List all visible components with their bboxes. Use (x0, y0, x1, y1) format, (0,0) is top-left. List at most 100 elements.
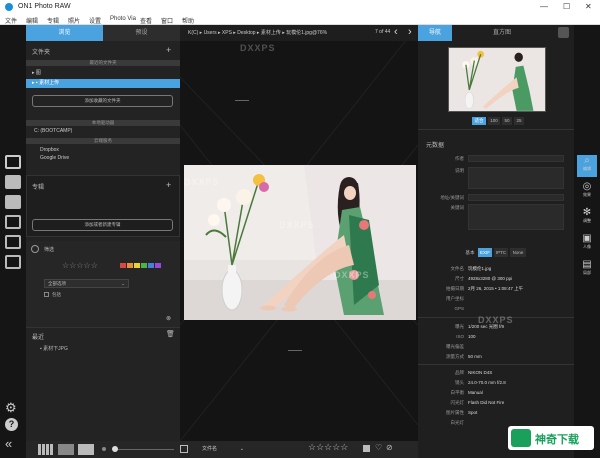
menu-window[interactable]: 窗口 (161, 16, 173, 25)
portrait-module-icon[interactable]: ▣ 人像 (577, 233, 597, 255)
folder-row[interactable]: ▸ 图 (26, 69, 180, 78)
menu-help[interactable]: 帮助 (182, 16, 194, 25)
color-label-swatch[interactable] (363, 445, 370, 452)
collapse-icon[interactable]: « (5, 436, 12, 451)
app-title: ON1 Photo RAW (18, 3, 71, 10)
author-field[interactable] (468, 155, 564, 162)
prev-photo-icon[interactable]: ‹ (394, 26, 398, 38)
filter-title: 筛选 (44, 247, 55, 253)
new-album-button[interactable]: 添加或者新建专辑 (32, 219, 173, 231)
menu-photo-via[interactable]: Photo Via (110, 16, 136, 22)
tab-iptc[interactable]: IPTC (494, 248, 508, 257)
gear-icon[interactable]: ⚙ (5, 400, 17, 416)
photo-watermark: DXXPS (334, 270, 370, 280)
effects-module-icon[interactable]: ◎ 效果 (577, 181, 597, 203)
folder-row-selected[interactable]: ▸ ▪ 素材上传 (26, 79, 180, 88)
tab-basic[interactable]: 基本 (462, 248, 478, 257)
detail-view-icon[interactable] (78, 444, 94, 455)
filmstrip-view-icon[interactable] (58, 444, 74, 455)
filter-select[interactable]: 全部选项 ⌄ (44, 279, 129, 288)
menu-bar: 文件 编辑 专辑 照片 设置 Photo Via 查看 窗口 帮助 (0, 14, 600, 25)
breadcrumb[interactable]: K(C) ▸ Users ▸ XPS ▸ Desktop ▸ 素材上传 ▸ 玩模… (188, 29, 358, 36)
clear-filter-icon[interactable]: ⊗ (166, 315, 171, 322)
like-icon[interactable]: ♡ (375, 443, 382, 452)
browser-panel: 浏览 预设 文件夹 + 最近的文件夹 ▸ 图 ▸ ▪ 素材上传 添加收藏的文件夹… (26, 25, 180, 441)
folder-icon[interactable] (5, 195, 21, 209)
add-folder-icon[interactable]: + (166, 45, 171, 55)
menu-file[interactable]: 文件 (5, 16, 17, 25)
label-purple-swatch[interactable] (155, 263, 161, 268)
grid-view-icon[interactable] (38, 444, 54, 455)
brand-badge: 神奇下载 (508, 426, 594, 450)
exif-value: 2月 26, 2015 • 1:08:47 上午 (468, 286, 524, 291)
drive-row[interactable]: C: (BOOTCAMP) (26, 127, 180, 136)
drive-icon[interactable] (5, 215, 21, 229)
label-yellow-swatch[interactable] (134, 263, 140, 268)
slider-handle[interactable] (112, 446, 118, 452)
menu-view[interactable]: 查看 (140, 16, 152, 25)
label-blue-swatch[interactable] (148, 263, 154, 268)
menu-edit[interactable]: 编辑 (26, 16, 38, 25)
exif-label: 文件名 (450, 266, 465, 271)
filter-star-rating[interactable]: ☆☆☆☆☆ (62, 261, 98, 270)
maximize-button[interactable]: ☐ (563, 2, 570, 11)
label-red-swatch[interactable] (120, 263, 126, 268)
camera-icon[interactable] (5, 175, 21, 189)
sort-select[interactable]: 文件名 ⌄ (202, 445, 246, 454)
exif-value: Manual (468, 390, 483, 395)
help-icon[interactable]: ? (5, 418, 18, 431)
label-green-swatch[interactable] (141, 263, 147, 268)
navigator-thumbnail[interactable] (448, 47, 546, 112)
edit-module-icon[interactable]: ⌕ 编辑 (577, 155, 597, 177)
main-photo[interactable]: DXXPS DXXPS DXXPS (184, 165, 416, 320)
adjust-module-icon[interactable]: ✻ 调整 (577, 207, 597, 229)
zoom-50-button[interactable]: 50 (502, 117, 512, 125)
caption-field[interactable] (468, 167, 564, 189)
tab-none[interactable]: None (510, 248, 526, 257)
reject-icon[interactable]: ⊘ (386, 443, 393, 452)
include-checkbox[interactable] (44, 292, 49, 297)
caption-label: 说明 (455, 168, 464, 173)
menu-album[interactable]: 专辑 (47, 16, 59, 25)
exif-value: 50 mm (468, 354, 482, 359)
tab-browse[interactable]: 浏览 (26, 25, 103, 41)
photo-counter: 7 of 44 (375, 29, 391, 35)
recent-item[interactable]: ▪ 素材下JPG (40, 345, 68, 352)
label-orange-swatch[interactable] (127, 263, 133, 268)
tab-histogram[interactable]: 直方图 (452, 25, 552, 41)
exif-value: 24.0-70.0 mm f/2.8 (468, 380, 506, 385)
zoom-100-button[interactable]: 100 (488, 117, 500, 125)
cloud-item[interactable]: Google Drive (26, 154, 180, 160)
thumbnail-size-slider[interactable] (114, 449, 174, 450)
next-photo-icon[interactable]: › (408, 26, 412, 38)
add-favorite-folder-button[interactable]: 添加收藏的文件夹 (32, 95, 173, 107)
add-album-icon[interactable]: + (166, 180, 171, 190)
filter-section (26, 241, 180, 341)
tab-navigator[interactable]: 导航 (418, 25, 452, 41)
divider (418, 129, 574, 130)
menu-photo[interactable]: 照片 (68, 16, 80, 25)
rating-stars[interactable]: ☆☆☆☆☆ (308, 442, 348, 453)
minimize-button[interactable]: — (540, 2, 548, 11)
albums-icon[interactable] (5, 255, 21, 269)
zoom-fit-button[interactable]: 适合 (472, 117, 486, 125)
tab-presets[interactable]: 预设 (103, 25, 180, 41)
exif-label: 品牌 (455, 370, 464, 375)
panel-options-icon[interactable] (558, 27, 569, 38)
filter-toggle-icon[interactable] (31, 245, 39, 253)
tab-exif[interactable]: EXIF (478, 248, 492, 257)
local-module-icon[interactable]: ▤ 局部 (577, 259, 597, 281)
viewer-header: K(C) ▸ Users ▸ XPS ▸ Desktop ▸ 素材上传 ▸ 玩模… (180, 25, 418, 41)
exif-label: 用户坐标 (446, 296, 464, 301)
info-panel: 导航 直方图 适合 100 50 25 元数据 作者 说明 地址/关键词 关键词… (418, 25, 574, 458)
exif-label: 图片属性 (446, 410, 464, 415)
exif-value: 玩模伦1.jpg (468, 266, 492, 271)
monitor-icon[interactable] (5, 155, 21, 169)
keywords-field[interactable] (468, 204, 564, 230)
close-button[interactable]: ✕ (585, 2, 592, 11)
trash-icon[interactable]: 🗑 (166, 330, 175, 338)
zoom-25-button[interactable]: 25 (514, 117, 524, 125)
menu-settings[interactable]: 设置 (89, 16, 101, 25)
cloud-icon[interactable] (5, 235, 21, 249)
location-field[interactable] (468, 194, 564, 201)
